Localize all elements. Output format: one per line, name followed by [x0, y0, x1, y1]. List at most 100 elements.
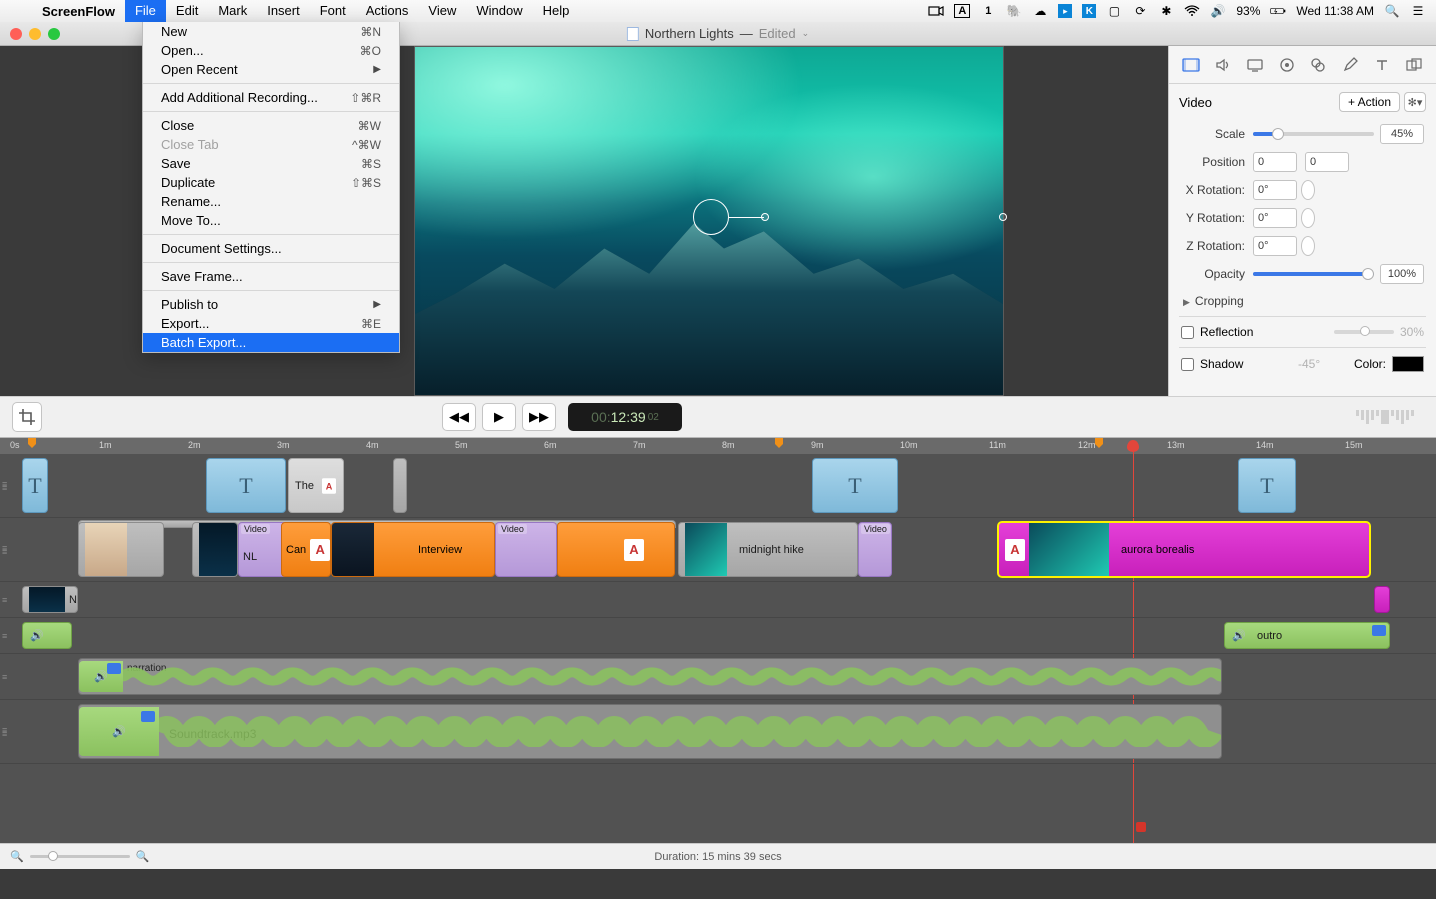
- track-outro[interactable]: ≡ 🔊 🔊outro: [0, 618, 1436, 654]
- clock[interactable]: Wed 11:38 AM: [1296, 4, 1374, 18]
- shadow-color-swatch[interactable]: [1392, 356, 1424, 372]
- battery-percent[interactable]: 93%: [1236, 4, 1260, 18]
- menu-item-open-recent[interactable]: Open Recent▶: [143, 60, 399, 79]
- adobe-icon[interactable]: A: [954, 4, 970, 18]
- crop-tool-button[interactable]: [12, 402, 42, 432]
- bluetooth-icon[interactable]: ✱: [1158, 3, 1174, 19]
- evernote-icon[interactable]: 🐘: [1006, 3, 1022, 19]
- xrot-input[interactable]: 0°: [1253, 180, 1297, 200]
- marker-in[interactable]: [28, 438, 36, 448]
- clip-media[interactable]: A: [557, 522, 675, 577]
- menu-item-publish-to[interactable]: Publish to▶: [143, 295, 399, 314]
- marker[interactable]: [1095, 438, 1103, 448]
- app-name[interactable]: ScreenFlow: [32, 4, 125, 19]
- scale-slider[interactable]: [1253, 132, 1374, 136]
- menu-item-close[interactable]: Close⌘W: [143, 116, 399, 135]
- clip-interview[interactable]: Interview: [331, 522, 495, 577]
- zoom-slider[interactable]: [30, 855, 130, 858]
- timeline-ruler[interactable]: 0s1m2m3m4m5m6m7m8m9m10m11m12m13m14m15m: [0, 438, 1436, 454]
- yrot-input[interactable]: 0°: [1253, 208, 1297, 228]
- menu-insert[interactable]: Insert: [257, 0, 310, 22]
- inspector-tab-touch[interactable]: [1304, 53, 1332, 77]
- menu-item-add-recording[interactable]: Add Additional Recording...⇧⌘R: [143, 88, 399, 107]
- inspector-tab-video[interactable]: [1177, 53, 1205, 77]
- clip-text[interactable]: T: [812, 458, 898, 513]
- menu-font[interactable]: Font: [310, 0, 356, 22]
- menu-file[interactable]: File: [125, 0, 166, 22]
- clip-text[interactable]: T: [22, 458, 48, 513]
- inspector-tab-screen[interactable]: [1241, 53, 1269, 77]
- yrot-dial[interactable]: [1301, 208, 1315, 228]
- marker[interactable]: [775, 438, 783, 448]
- play-button[interactable]: ▶: [482, 403, 516, 431]
- menu-item-document-settings[interactable]: Document Settings...: [143, 239, 399, 258]
- clip-media[interactable]: [78, 522, 164, 577]
- menu-item-rename[interactable]: Rename...: [143, 192, 399, 211]
- window-title[interactable]: Northern Lights: [645, 26, 734, 41]
- zrot-dial[interactable]: [1301, 236, 1315, 256]
- box-icon[interactable]: ▸: [1058, 4, 1072, 18]
- menu-item-move-to[interactable]: Move To...: [143, 211, 399, 230]
- reflection-checkbox[interactable]: [1181, 326, 1194, 339]
- menu-item-save[interactable]: Save⌘S: [143, 154, 399, 173]
- clip-aurora-borealis[interactable]: A aurora borealis: [998, 522, 1370, 577]
- add-action-button[interactable]: + Action: [1339, 92, 1400, 112]
- window-close-button[interactable]: [10, 28, 22, 40]
- menu-window[interactable]: Window: [466, 0, 532, 22]
- spotlight-icon[interactable]: 🔍: [1384, 3, 1400, 19]
- track-narration[interactable]: ≡ 🔊 narration: [0, 654, 1436, 700]
- clip-media[interactable]: [1374, 586, 1390, 613]
- inspector-tab-annotation[interactable]: [1336, 53, 1364, 77]
- timecode-display[interactable]: 00:12:3902: [568, 403, 682, 431]
- one-icon[interactable]: 1: [980, 3, 996, 19]
- clip-text-label[interactable]: TheA: [288, 458, 344, 513]
- track-handle[interactable]: ≡: [2, 598, 7, 602]
- k-icon[interactable]: K: [1082, 4, 1096, 18]
- selection-rotate-handle[interactable]: [693, 199, 729, 235]
- inspector-tab-audio[interactable]: [1209, 53, 1237, 77]
- opacity-value[interactable]: 100%: [1380, 264, 1424, 284]
- opacity-slider[interactable]: [1253, 272, 1374, 276]
- timeline[interactable]: 0s1m2m3m4m5m6m7m8m9m10m11m12m13m14m15m ≡…: [0, 438, 1436, 843]
- window-edited-label[interactable]: Edited: [759, 26, 796, 41]
- zoom-in-icon[interactable]: 🔍: [136, 850, 150, 863]
- position-y-input[interactable]: 0: [1305, 152, 1349, 172]
- battery-icon[interactable]: [1270, 3, 1286, 19]
- window-maximize-button[interactable]: [48, 28, 60, 40]
- menu-actions[interactable]: Actions: [356, 0, 419, 22]
- inspector-tab-media[interactable]: [1400, 53, 1428, 77]
- clip-outro[interactable]: 🔊outro: [1224, 622, 1390, 649]
- window-minimize-button[interactable]: [29, 28, 41, 40]
- clip-text[interactable]: T: [206, 458, 286, 513]
- clip-media[interactable]: N: [22, 586, 78, 613]
- track-text[interactable]: ≡≡ T T TheA T T: [0, 454, 1436, 518]
- shadow-checkbox[interactable]: [1181, 358, 1194, 371]
- sync-icon[interactable]: ⟳: [1132, 3, 1148, 19]
- cropping-disclosure[interactable]: Cropping: [1169, 288, 1436, 314]
- zoom-out-icon[interactable]: 🔍: [10, 850, 24, 863]
- cloud-icon[interactable]: ☁: [1032, 3, 1048, 19]
- zrot-input[interactable]: 0°: [1253, 236, 1297, 256]
- clip-video[interactable]: Video: [858, 522, 892, 577]
- inspector-gear-button[interactable]: ✻▾: [1404, 92, 1426, 112]
- track-lower-third[interactable]: ≡ N: [0, 582, 1436, 618]
- reflection-slider[interactable]: [1334, 330, 1394, 334]
- menu-item-new[interactable]: New⌘N: [143, 22, 399, 41]
- clip-text[interactable]: T: [1238, 458, 1296, 513]
- menu-mark[interactable]: Mark: [208, 0, 257, 22]
- xrot-dial[interactable]: [1301, 180, 1315, 200]
- scale-value[interactable]: 45%: [1380, 124, 1424, 144]
- menu-edit[interactable]: Edit: [166, 0, 208, 22]
- camera-icon[interactable]: [928, 3, 944, 19]
- clip-spacer[interactable]: [393, 458, 407, 513]
- selection-handle[interactable]: [761, 213, 769, 221]
- track-video[interactable]: ≡≡ VideoNL CanA Interview Video A midnig…: [0, 518, 1436, 582]
- clip-narration[interactable]: 🔊 narration: [78, 658, 1222, 695]
- selection-handle-right[interactable]: [999, 213, 1007, 221]
- track-soundtrack[interactable]: ≡≡ 🔊 Soundtrack.mp3: [0, 700, 1436, 764]
- inspector-tab-callout[interactable]: [1273, 53, 1301, 77]
- preview-canvas[interactable]: [414, 46, 1004, 396]
- forward-button[interactable]: ▶▶: [522, 403, 556, 431]
- clip-media[interactable]: [192, 522, 238, 577]
- clip-audio-marker[interactable]: 🔊: [22, 622, 72, 649]
